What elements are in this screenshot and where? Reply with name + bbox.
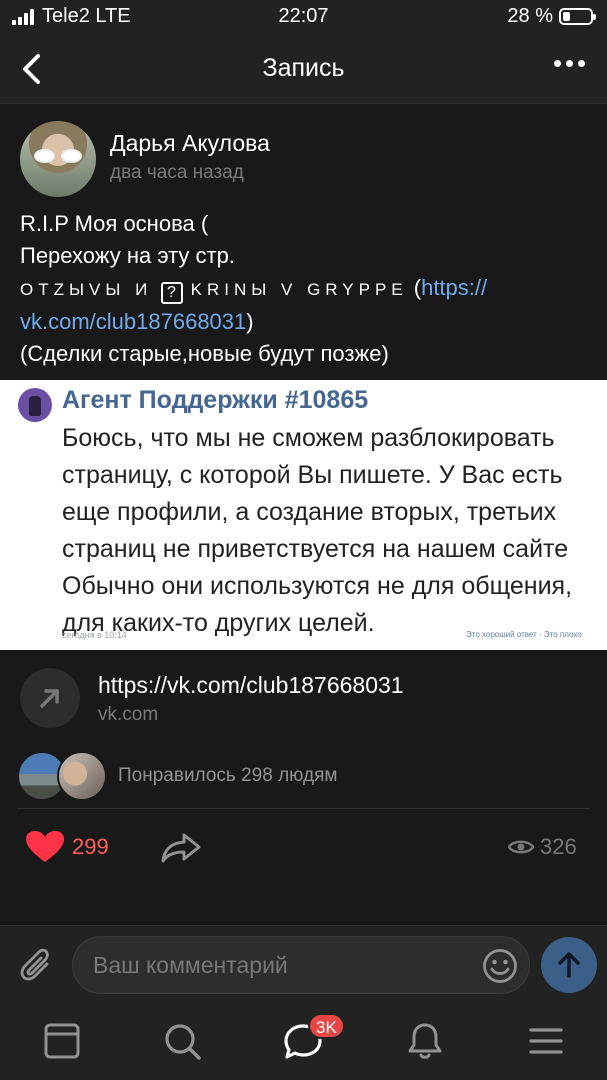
arrow-up-icon bbox=[558, 952, 580, 978]
send-button[interactable] bbox=[541, 937, 597, 993]
search-icon[interactable] bbox=[160, 1019, 204, 1063]
support-agent-name: Агент Поддержки #10865 bbox=[62, 386, 369, 414]
support-message: Боюсь, что мы не сможем разблокировать с… bbox=[62, 420, 607, 642]
comment-input[interactable] bbox=[72, 936, 530, 994]
smile-icon[interactable] bbox=[482, 948, 518, 984]
post-link[interactable]: https:// bbox=[421, 275, 487, 300]
notifications-icon[interactable] bbox=[403, 1019, 447, 1063]
menu-icon[interactable] bbox=[524, 1019, 568, 1063]
post-text-fragment: ( bbox=[413, 275, 422, 300]
divider bbox=[17, 808, 590, 809]
post-text: R.I.P Моя основа ( Перехожу на эту стр. … bbox=[20, 208, 590, 370]
question-box-icon: ? bbox=[160, 282, 183, 304]
page-title: Запись bbox=[262, 54, 345, 82]
heart-icon[interactable] bbox=[25, 830, 65, 864]
post-text-line: vk.com/club187668031) bbox=[20, 306, 590, 338]
nav-header: Запись bbox=[0, 34, 607, 104]
comment-bar bbox=[0, 925, 607, 1005]
link-domain: vk.com bbox=[98, 704, 159, 725]
like-count[interactable]: 299 bbox=[72, 834, 109, 860]
author-avatar[interactable] bbox=[20, 121, 96, 197]
post-time: два часа назад bbox=[110, 162, 244, 183]
attached-image[interactable]: Агент Поддержки #10865 Боюсь, что мы не … bbox=[0, 380, 607, 650]
share-icon[interactable] bbox=[160, 832, 202, 864]
post-text-line: (Сделки старые,новые будут позже) bbox=[20, 341, 389, 366]
views-count: 326 bbox=[540, 834, 577, 859]
tab-bar: 3K bbox=[0, 1005, 607, 1080]
battery-icon bbox=[559, 8, 596, 25]
post-text-line: OTZЫVЫ И ? KRINЫ V GRYPPE (https:// bbox=[20, 272, 590, 306]
battery-percent: 28 % bbox=[507, 5, 553, 27]
likers-row[interactable]: Понравилось 298 людям bbox=[0, 745, 607, 809]
support-rating-links: Это хороший ответ · Это плохо bbox=[466, 630, 582, 639]
likers-text: Понравилось 298 людям bbox=[118, 765, 338, 786]
support-message-line: страницу, с которой Вы пишете. У Вас ест… bbox=[62, 461, 563, 489]
eye-icon bbox=[508, 840, 534, 854]
post-text-fragment: ) bbox=[246, 309, 254, 334]
post-text-line: Перехожу на эту стр. bbox=[20, 243, 235, 268]
paperclip-icon[interactable] bbox=[20, 948, 54, 984]
support-agent-avatar bbox=[18, 388, 52, 422]
news-icon[interactable] bbox=[40, 1019, 84, 1063]
post-text-fragment: KRINЫ V GRYPPE bbox=[190, 280, 408, 299]
status-right: 28 % bbox=[507, 5, 596, 28]
support-message-line: Обычно они используются не для общения, bbox=[62, 572, 573, 600]
post-link[interactable]: vk.com/club187668031 bbox=[20, 309, 246, 334]
link-url: https://vk.com/club187668031 bbox=[98, 672, 404, 698]
messages-badge: 3K bbox=[308, 1013, 345, 1039]
support-message-line: еще профили, а создание вторых, третьих bbox=[62, 498, 557, 526]
more-horizontal-icon[interactable] bbox=[554, 60, 585, 67]
post-text-line: R.I.P Моя основа ( bbox=[20, 211, 209, 236]
author-name[interactable]: Дарья Акулова bbox=[110, 130, 270, 157]
link-attachment[interactable]: https://vk.com/club187668031 vk.com bbox=[0, 650, 607, 745]
liker-avatar bbox=[57, 751, 107, 801]
status-bar: Tele2 LTE 22:07 28 % bbox=[0, 0, 607, 34]
post-text-fragment: OTZЫVЫ И bbox=[20, 280, 153, 299]
support-message-line: страниц не приветствуется на нашем сайте bbox=[62, 535, 569, 563]
support-message-line: Боюсь, что мы не сможем разблокировать bbox=[62, 424, 555, 452]
arrow-up-right-icon bbox=[20, 668, 80, 728]
support-message-time: сегодня в 10:14 bbox=[62, 630, 127, 640]
post-actions: 299 326 bbox=[0, 810, 607, 880]
